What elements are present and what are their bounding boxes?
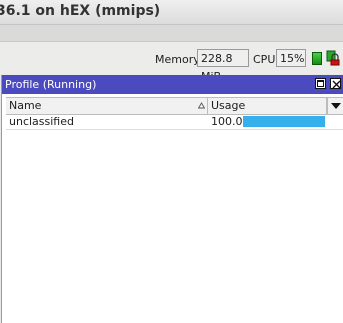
column-menu-button[interactable] (327, 98, 343, 114)
memory-label: Memory: (155, 53, 203, 66)
maximize-button[interactable] (315, 78, 326, 89)
toolbar-strip (0, 25, 343, 42)
chevron-down-icon (331, 103, 341, 109)
table-header: Name Usage (6, 97, 343, 115)
app-title-bar: 36.1 on hEX (mmips) (0, 0, 343, 25)
sort-up-icon (198, 102, 205, 109)
lock-icon[interactable] (326, 50, 340, 66)
profile-window: Profile (Running) Name Usage unclassifie… (1, 75, 343, 323)
app-title: 36.1 on hEX (mmips) (0, 3, 161, 19)
cpu-value: 15% (276, 49, 306, 67)
usage-bar-fill (243, 116, 325, 127)
row-name: unclassified (9, 115, 74, 128)
table-row[interactable]: unclassified 100.0 (6, 114, 343, 130)
window-title-bar[interactable]: Profile (Running) (2, 75, 343, 94)
close-button[interactable] (330, 78, 341, 89)
column-header-usage[interactable]: Usage (208, 98, 327, 114)
close-icon (332, 80, 341, 89)
status-bar: Memory: 228.8 MiB CPU: 15% (0, 42, 343, 83)
usage-bar (243, 116, 325, 127)
window-title: Profile (Running) (5, 78, 97, 91)
memory-value: 228.8 MiB (197, 49, 249, 83)
row-usage-value: 100.0 (211, 115, 243, 128)
column-header-name[interactable]: Name (6, 98, 208, 114)
status-led-icon (312, 52, 322, 65)
